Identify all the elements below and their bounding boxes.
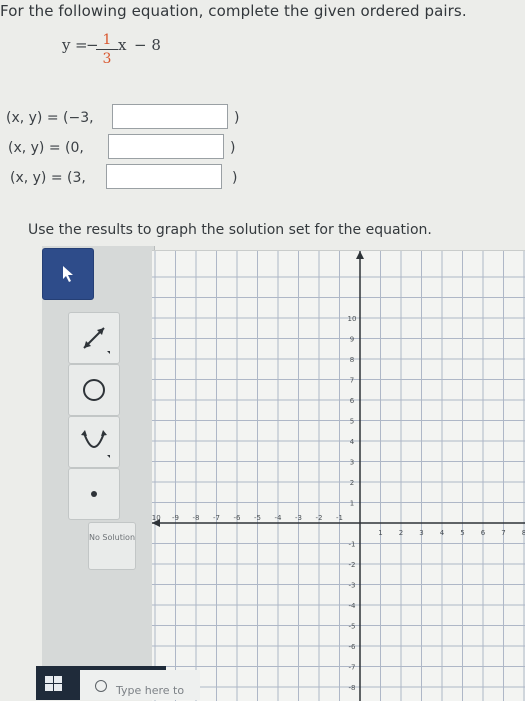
graph-frame: -10-9-8-7-6-5-4-3-2-11234567810987654321…: [152, 250, 525, 701]
y-answer-box-2[interactable]: [108, 134, 224, 159]
y-answer-box-3[interactable]: [106, 164, 222, 189]
x-tick-label: 4: [440, 529, 445, 537]
x-tick-label: -5: [254, 514, 261, 522]
question-prompt: For the following equation, complete the…: [0, 2, 467, 20]
y-tick-label: -4: [349, 602, 357, 610]
fraction-denominator: 3: [102, 51, 112, 67]
line-segment-icon: [83, 327, 110, 354]
fraction-bar: [96, 49, 118, 50]
y-tick-label: -3: [349, 582, 356, 590]
y-tick-label: 8: [350, 356, 354, 364]
ordered-pair-label-2: (x, y) = (0,: [8, 140, 84, 156]
y-tick-label: 3: [350, 459, 354, 467]
y-tick-label: -2: [349, 561, 356, 569]
y-tick-label: 7: [350, 377, 354, 385]
y-tick-label: 1: [350, 500, 354, 508]
x-tick-label: 6: [481, 529, 486, 537]
pointer-tool-button[interactable]: [42, 248, 94, 300]
line-tool-button[interactable]: [68, 312, 120, 364]
x-tick-label: 1: [378, 529, 382, 537]
point-tool-button[interactable]: [68, 468, 120, 520]
y-tick-label: 9: [350, 336, 354, 344]
x-tick-label: -2: [316, 514, 323, 522]
circle-tool-button[interactable]: [68, 364, 120, 416]
x-tick-label: 5: [460, 529, 464, 537]
fraction-numerator: 1: [102, 32, 112, 48]
equation-fraction: 1 3: [96, 32, 118, 67]
y-tick-label: -7: [349, 664, 356, 672]
x-tick-label: -10: [152, 514, 161, 522]
close-paren-1: ): [234, 110, 240, 126]
graph-tool-panel: [42, 246, 155, 666]
graph-instruction: Use the results to graph the solution se…: [28, 222, 432, 238]
y-tick-label: 6: [350, 397, 355, 405]
y-tick-label: -1: [349, 541, 356, 549]
y-tick-label: 10: [348, 315, 357, 323]
y-tick-label: -8: [349, 684, 356, 692]
no-solution-button[interactable]: No Solution: [88, 522, 136, 570]
circle-icon: [83, 379, 105, 401]
arrow-cursor-icon: [63, 266, 73, 282]
x-tick-label: -3: [295, 514, 302, 522]
y-axis-arrow-icon: [356, 251, 364, 259]
x-tick-label: -9: [172, 514, 179, 522]
x-tick-label: -7: [213, 514, 220, 522]
x-tick-label: 7: [501, 529, 505, 537]
close-paren-3: ): [232, 170, 238, 186]
equation-variable: x: [118, 36, 127, 54]
coordinate-plane[interactable]: -10-9-8-7-6-5-4-3-2-11234567810987654321…: [152, 251, 525, 701]
x-tick-label: 2: [399, 529, 403, 537]
parabola-tool-button[interactable]: [68, 416, 120, 468]
equation-constant: − 8: [134, 36, 161, 54]
y-tick-label: -5: [349, 623, 356, 631]
x-tick-label: -8: [193, 514, 200, 522]
taskbar-search-placeholder: Type here to: [116, 684, 185, 697]
y-answer-box-1[interactable]: [112, 104, 228, 129]
parabola-icon: [81, 430, 110, 458]
x-tick-label: -4: [275, 514, 283, 522]
y-tick-label: -6: [349, 643, 357, 651]
close-paren-2: ): [230, 140, 236, 156]
y-tick-label: 5: [350, 418, 354, 426]
search-icon: [95, 680, 107, 692]
x-tick-label: -6: [234, 514, 242, 522]
windows-start-icon[interactable]: [45, 676, 63, 692]
y-tick-label: 4: [350, 438, 355, 446]
x-tick-label: -1: [336, 514, 343, 522]
dot-icon: [91, 491, 97, 497]
ordered-pair-label-3: (x, y) = (3,: [10, 170, 86, 186]
x-tick-label: 3: [419, 529, 423, 537]
equation-lhs: y: [62, 36, 71, 54]
y-tick-label: 2: [350, 479, 354, 487]
ordered-pair-label-1: (x, y) = (−3,: [6, 110, 94, 126]
